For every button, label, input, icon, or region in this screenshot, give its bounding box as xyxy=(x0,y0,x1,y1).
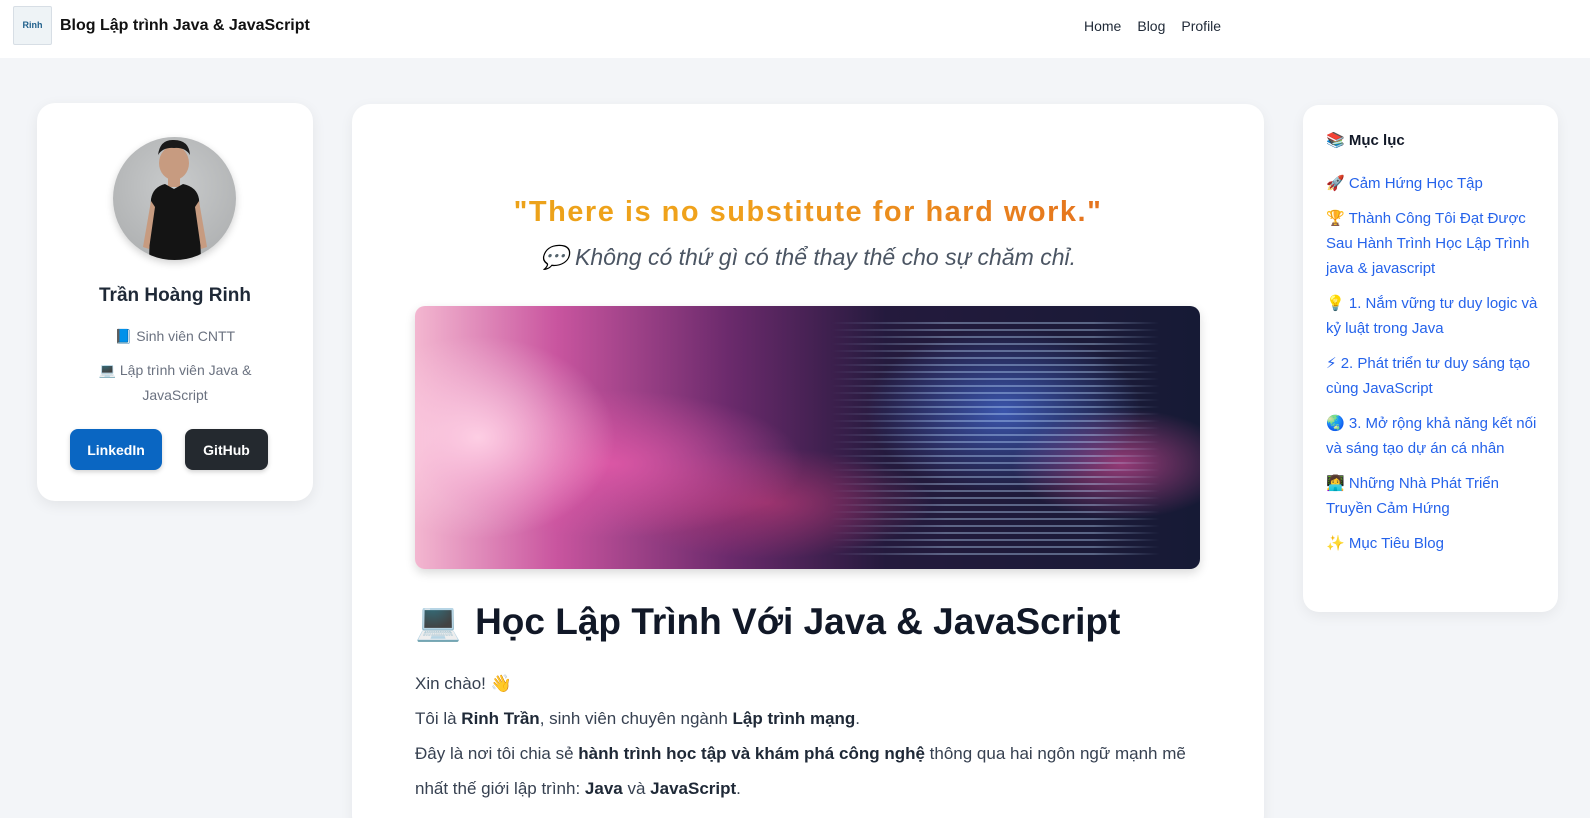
sparkles-icon: ✨ xyxy=(1326,534,1345,552)
nav-profile-link[interactable]: Profile xyxy=(1181,18,1221,34)
toc-item-label: 2. Phát triển tư duy sáng tạo cùng JavaS… xyxy=(1326,355,1531,397)
toc-item-java-logic[interactable]: 💡 1. Nắm vững tư duy logic và kỷ luật tr… xyxy=(1326,291,1538,341)
site-title[interactable]: Blog Lập trình Java & JavaScript xyxy=(60,17,310,35)
text-span: Đây là nơi tôi chia sẻ xyxy=(415,744,579,763)
main-nav: Home Blog Profile xyxy=(1084,18,1221,34)
profile-role-student: 📘 Sinh viên CNTT xyxy=(37,324,313,349)
speech-bubble-icon: 💬 xyxy=(540,245,569,271)
toc-item-label: Cảm Hứng Học Tập xyxy=(1348,175,1483,192)
developer-icon: 👩‍💻 xyxy=(1326,474,1345,492)
top-navbar: Rinh Blog Lập trình Java & JavaScript Ho… xyxy=(0,0,1590,58)
quote-translation-text: Không có thứ gì có thể thay thế cho sự c… xyxy=(575,244,1076,270)
intro-paragraph: Tôi là Rinh Trần, sinh viên chuyên ngành… xyxy=(415,701,1195,736)
article-title: 💻 Học Lập Trình Với Java & JavaScript xyxy=(415,600,1120,644)
nav-blog-link[interactable]: Blog xyxy=(1137,18,1165,34)
toc-item-label: Những Nhà Phát Triển Truyền Cảm Hứng xyxy=(1326,475,1499,517)
trophy-icon: 🏆 xyxy=(1326,209,1345,227)
quote-translation: 💬 Không có thứ gì có thể thay thế cho sự… xyxy=(352,244,1264,271)
text-span: , sinh viên chuyên ngành xyxy=(539,709,733,728)
logo-text: Rinh xyxy=(22,20,43,30)
table-of-contents: 📚 Mục lục 🚀 Cảm Hứng Học Tập 🏆 Thành Côn… xyxy=(1303,105,1558,612)
text-span: và xyxy=(622,779,651,798)
profile-name: Trần Hoàng Rinh xyxy=(99,285,251,306)
toc-item-success[interactable]: 🏆 Thành Công Tôi Đạt Được Sau Hành Trình… xyxy=(1326,206,1538,281)
toc-item-blog-goals[interactable]: ✨ Mục Tiêu Blog xyxy=(1326,531,1538,556)
nav-home-link[interactable]: Home xyxy=(1084,18,1121,34)
avatar-photo xyxy=(143,139,207,260)
laptop-icon: 💻 xyxy=(415,600,462,643)
highlight-text: hành trình học tập và khám phá công nghệ xyxy=(578,744,925,763)
toc-item-label: 3. Mở rộng khả năng kết nối và sáng tạo … xyxy=(1326,415,1537,457)
role-label: Sinh viên CNTT xyxy=(136,328,236,344)
toc-item-javascript-creativity[interactable]: ⚡ 2. Phát triển tư duy sáng tạo cùng Jav… xyxy=(1326,351,1538,401)
linkedin-button[interactable]: LinkedIn xyxy=(70,429,162,470)
github-button[interactable]: GitHub xyxy=(185,429,268,470)
toc-item-personal-projects[interactable]: 🌏 3. Mở rộng khả năng kết nối và sáng tạ… xyxy=(1326,411,1538,461)
quote-text: "There is no substitute for hard work." xyxy=(352,196,1264,229)
toc-item-label: Mục Tiêu Blog xyxy=(1348,535,1444,552)
toc-item-inspiration[interactable]: 🚀 Cảm Hứng Học Tập xyxy=(1326,171,1538,196)
profile-role-developer: 💻 Lập trình viên Java & JavaScript xyxy=(37,358,313,407)
purpose-paragraph: Đây là nơi tôi chia sẻ hành trình học tậ… xyxy=(415,736,1195,806)
rocket-icon: 🚀 xyxy=(1326,174,1345,192)
javascript-text: JavaScript xyxy=(650,779,737,798)
hero-image xyxy=(415,306,1200,569)
lightbulb-icon: 💡 xyxy=(1326,294,1345,312)
greeting-paragraph: Xin chào! 👋 xyxy=(415,674,512,693)
toc-item-label: 1. Nắm vững tư duy logic và kỷ luật tron… xyxy=(1326,295,1538,337)
book-icon: 📘 xyxy=(114,329,133,345)
toc-title-text: Mục lục xyxy=(1348,132,1405,149)
author-name: Rinh Trần xyxy=(461,709,540,728)
text-span: . xyxy=(855,709,861,728)
text-span: . xyxy=(736,779,741,798)
major-name: Lập trình mạng xyxy=(732,709,856,728)
java-text: Java xyxy=(584,779,623,798)
toc-title: 📚 Mục lục xyxy=(1326,131,1558,149)
site-logo[interactable]: Rinh xyxy=(13,6,52,45)
globe-icon: 🌏 xyxy=(1326,414,1345,432)
toc-item-label: Thành Công Tôi Đạt Được Sau Hành Trình H… xyxy=(1326,210,1530,277)
article-body: Xin chào! 👋 Tôi là Rinh Trần, sinh viên … xyxy=(415,666,1195,806)
role-label: Lập trình viên Java & JavaScript xyxy=(119,362,252,403)
laptop-icon: 💻 xyxy=(98,363,116,379)
article-title-text: Học Lập Trình Với Java & JavaScript xyxy=(475,601,1121,642)
profile-card: Trần Hoàng Rinh 📘 Sinh viên CNTT 💻 Lập t… xyxy=(37,103,313,501)
avatar xyxy=(113,137,236,260)
text-span: Tôi là xyxy=(415,709,462,728)
books-icon: 📚 xyxy=(1326,131,1345,149)
article-card: "There is no substitute for hard work." … xyxy=(352,104,1264,818)
hero-code-lines xyxy=(830,320,1160,555)
toc-item-inspiring-developers[interactable]: 👩‍💻 Những Nhà Phát Triển Truyền Cảm Hứng xyxy=(1326,471,1538,521)
lightning-icon: ⚡ xyxy=(1326,354,1337,372)
